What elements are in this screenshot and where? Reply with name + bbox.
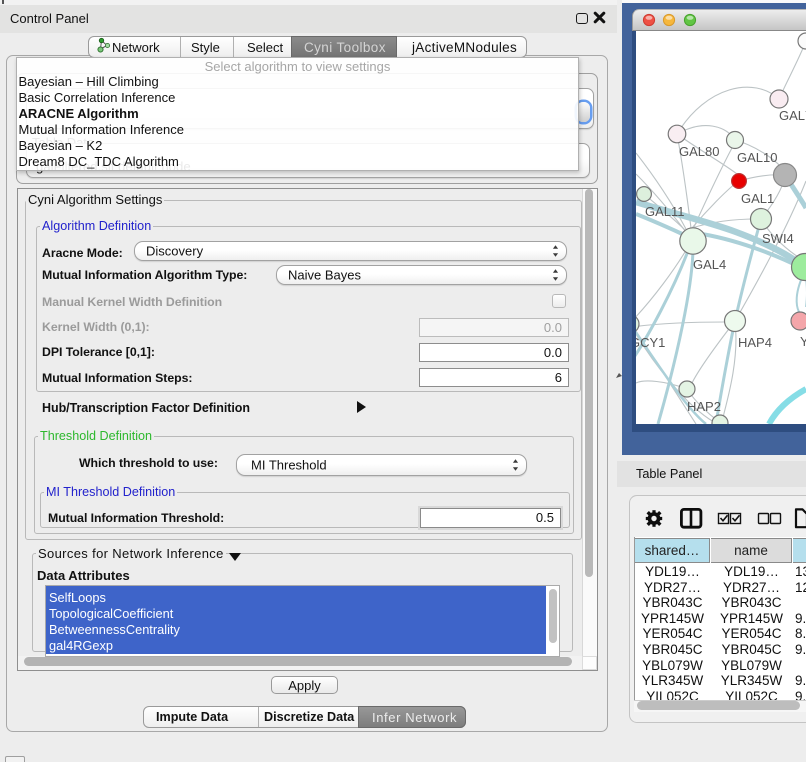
svg-text:HAP4: HAP4: [738, 335, 772, 350]
svg-text:GAL4: GAL4: [693, 257, 726, 272]
svg-text:GCY1: GCY1: [636, 335, 665, 350]
svg-text:SWI4: SWI4: [762, 231, 794, 246]
svg-text:GAL11: GAL11: [645, 204, 685, 219]
svg-text:GAL7: GAL7: [779, 108, 806, 123]
svg-text:GAL10: GAL10: [737, 150, 777, 165]
svg-text:GAL80: GAL80: [679, 144, 719, 159]
svg-text:YJ: YJ: [800, 334, 806, 349]
svg-text:GAL1: GAL1: [741, 191, 774, 206]
svg-text:HAP2: HAP2: [687, 399, 721, 414]
